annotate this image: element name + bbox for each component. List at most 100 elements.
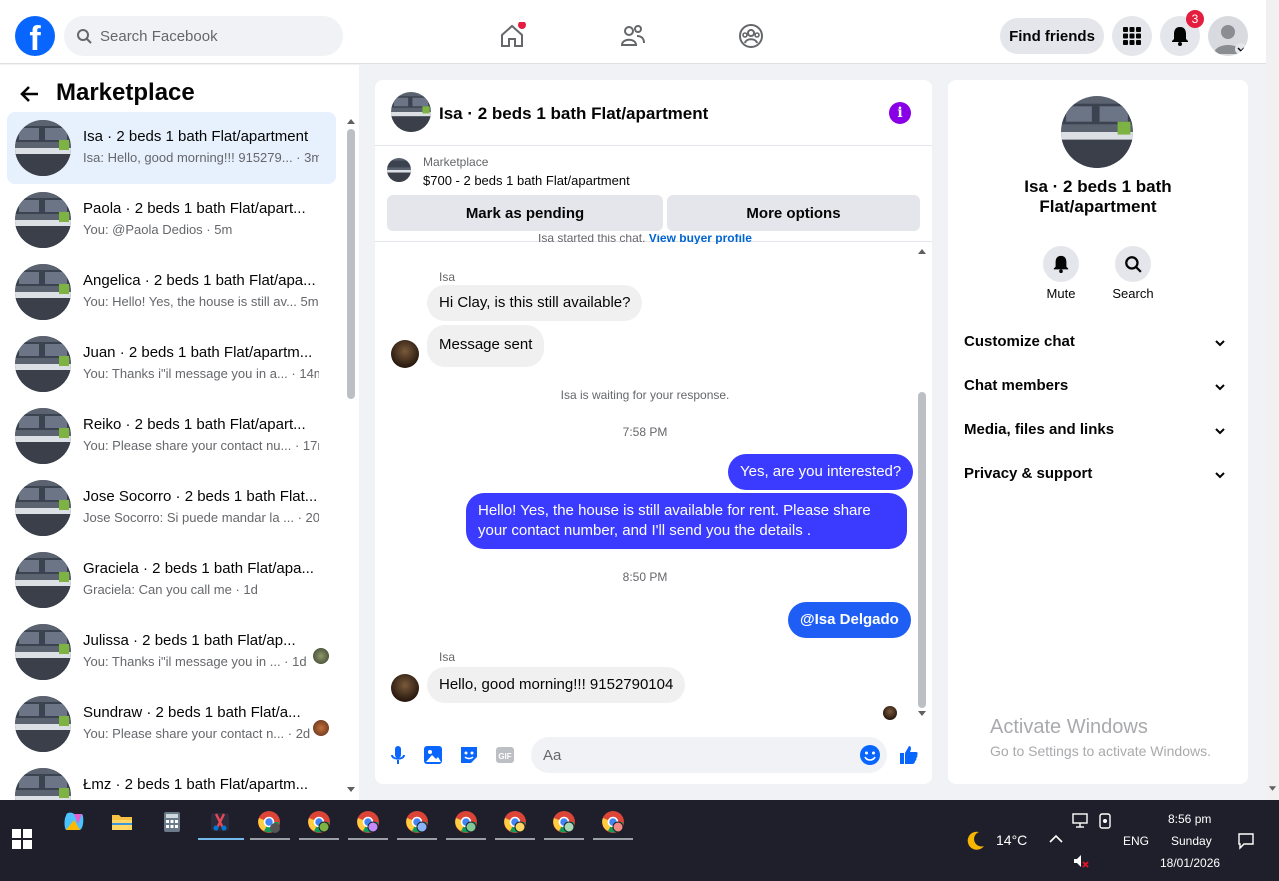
notification-center-icon[interactable] xyxy=(1237,832,1255,850)
app-indicator xyxy=(593,838,633,840)
conversation-item[interactable]: Juan · 2 beds 1 bath Flat/apartm... You:… xyxy=(7,328,336,400)
conversation-item[interactable]: Sundraw · 2 beds 1 bath Flat/a... You: P… xyxy=(7,688,336,760)
section-label: Chat members xyxy=(964,377,1069,394)
incoming-message[interactable]: Hello, good morning!!! 9152790104 xyxy=(427,667,686,703)
conversation-item[interactable]: Reiko · 2 beds 1 bath Flat/apart... You:… xyxy=(7,400,336,472)
sidebar-title: Marketplace xyxy=(56,79,195,106)
listing-thumbnail xyxy=(15,408,71,464)
conversation-preview: You: Please share your contact nu... · 1… xyxy=(83,438,319,453)
moon-weather-icon[interactable] xyxy=(963,829,987,853)
app-indicator xyxy=(250,838,290,840)
friends-icon[interactable] xyxy=(619,22,647,50)
view-buyer-profile-link[interactable]: View buyer profile xyxy=(649,234,752,244)
clock-date[interactable]: 18/01/2026 xyxy=(1160,856,1220,870)
search-input[interactable]: Search Facebook xyxy=(64,16,343,56)
conversation-item[interactable]: Angelica · 2 beds 1 bath Flat/apa... You… xyxy=(7,256,336,328)
chrome-profile-icon[interactable] xyxy=(503,810,527,834)
chat-scroll-up-icon[interactable] xyxy=(917,247,927,255)
chrome-profile-icon[interactable] xyxy=(307,810,331,834)
conversation-item[interactable]: Isa · 2 beds 1 bath Flat/apartment Isa: … xyxy=(7,112,336,184)
chat-members-row[interactable]: Chat members xyxy=(964,377,1232,401)
sender-avatar[interactable] xyxy=(391,674,419,702)
menu-button[interactable] xyxy=(1112,16,1152,56)
chrome-profile-icon[interactable] xyxy=(356,810,380,834)
home-icon[interactable] xyxy=(498,22,526,50)
volume-muted-icon[interactable] xyxy=(1072,853,1090,869)
chrome-profile-icon[interactable] xyxy=(552,810,576,834)
chat-title[interactable]: Isa · 2 beds 1 bath Flat/apartment xyxy=(439,104,708,124)
find-friends-button[interactable]: Find friends xyxy=(1000,18,1104,54)
conversation-preview: You: Thanks i"il message you in a... · 1… xyxy=(83,366,319,381)
sticker-icon[interactable] xyxy=(458,744,480,766)
groups-icon[interactable] xyxy=(737,22,765,50)
incoming-message[interactable]: Hi Clay, is this still available? xyxy=(427,285,643,321)
file-explorer-icon[interactable] xyxy=(110,810,134,834)
scroll-down-arrow-icon[interactable] xyxy=(346,786,356,794)
conversation-item[interactable]: Jose Socorro · 2 beds 1 bath Flat... Jos… xyxy=(7,472,336,544)
chat-avatar[interactable] xyxy=(391,92,431,132)
outgoing-message[interactable]: Yes, are you interested? xyxy=(728,454,914,490)
profile-avatar[interactable] xyxy=(1208,16,1248,56)
incoming-message[interactable]: Message sent xyxy=(427,325,545,367)
emoji-icon[interactable] xyxy=(859,744,881,766)
sender-avatar[interactable] xyxy=(391,340,419,368)
app-indicator xyxy=(495,838,535,840)
network-icon[interactable] xyxy=(1072,813,1090,829)
conversation-preview: You: Hello! Yes, the house is still av..… xyxy=(83,294,319,309)
clock-time[interactable]: 8:56 pm xyxy=(1168,812,1211,826)
mark-as-pending-button[interactable]: Mark as pending xyxy=(387,195,663,231)
microphone-icon[interactable] xyxy=(387,744,409,766)
app-indicator xyxy=(348,838,388,840)
chevron-up-icon[interactable] xyxy=(1048,834,1064,844)
conversation-item[interactable]: Julissa · 2 beds 1 bath Flat/ap... You: … xyxy=(7,616,336,688)
sidebar-scrollbar[interactable] xyxy=(347,129,355,399)
search-conversation-button[interactable] xyxy=(1115,246,1151,282)
conversation-preview: You: Thanks i"il message you in ... · 1d xyxy=(83,654,307,669)
copilot-icon[interactable] xyxy=(62,810,86,834)
back-arrow-icon[interactable] xyxy=(18,82,42,106)
media-files-links-row[interactable]: Media, files and links xyxy=(964,421,1232,445)
gif-icon[interactable]: GIF xyxy=(494,744,516,766)
outgoing-message[interactable]: Hello! Yes, the house is still available… xyxy=(466,493,907,549)
snipping-tool-icon[interactable] xyxy=(208,810,232,834)
window-scroll-down-icon[interactable] xyxy=(1268,785,1277,793)
listing-thumbnail xyxy=(15,192,71,248)
info-icon[interactable]: i xyxy=(889,102,911,124)
sender-name: Isa xyxy=(439,650,456,664)
windows-start-icon[interactable] xyxy=(12,829,32,849)
weather-temperature[interactable]: 14°C xyxy=(996,832,1027,848)
input-language[interactable]: ENG xyxy=(1123,834,1149,848)
scroll-up-arrow-icon[interactable] xyxy=(346,117,356,125)
sender-name: Isa xyxy=(439,270,456,284)
chat-scrollbar[interactable] xyxy=(918,392,926,708)
listing-thumbnail xyxy=(15,264,71,320)
chat-scroll-down-icon[interactable] xyxy=(917,710,927,718)
mute-button[interactable] xyxy=(1043,246,1079,282)
customize-chat-row[interactable]: Customize chat xyxy=(964,333,1232,357)
chevron-down-icon xyxy=(1215,340,1225,347)
chrome-profile-icon[interactable] xyxy=(454,810,478,834)
chevron-down-icon xyxy=(1215,472,1225,479)
listing-price[interactable]: $700 - 2 beds 1 bath Flat/apartment xyxy=(423,173,630,188)
svg-text:GIF: GIF xyxy=(498,752,511,761)
listing-thumbnail xyxy=(15,552,71,608)
conversation-item[interactable]: Graciela · 2 beds 1 bath Flat/apa... Gra… xyxy=(7,544,336,616)
mention-message[interactable]: @Isa Delgado xyxy=(788,602,911,638)
waiting-note: Isa is waiting for your response. xyxy=(560,388,730,402)
conversation-item[interactable]: Łmz · 2 beds 1 bath Flat/apartm... xyxy=(7,760,336,800)
chrome-profile-icon[interactable] xyxy=(601,810,625,834)
clock-day[interactable]: Sunday xyxy=(1171,834,1212,848)
thumbs-up-icon[interactable] xyxy=(898,744,920,766)
details-avatar[interactable] xyxy=(1061,96,1133,168)
chrome-icon[interactable] xyxy=(257,810,281,834)
privacy-support-row[interactable]: Privacy & support xyxy=(964,465,1232,489)
facebook-logo-icon[interactable]: f xyxy=(15,16,55,56)
calculator-icon[interactable] xyxy=(160,810,184,834)
device-icon[interactable] xyxy=(1098,813,1112,829)
photo-icon[interactable] xyxy=(422,744,444,766)
window-scrollbar[interactable] xyxy=(1266,0,1279,800)
message-input[interactable]: Aa xyxy=(531,737,887,773)
chrome-profile-icon[interactable] xyxy=(405,810,429,834)
conversation-item[interactable]: Paola · 2 beds 1 bath Flat/apart... You:… xyxy=(7,184,336,256)
more-options-button[interactable]: More options xyxy=(667,195,920,231)
